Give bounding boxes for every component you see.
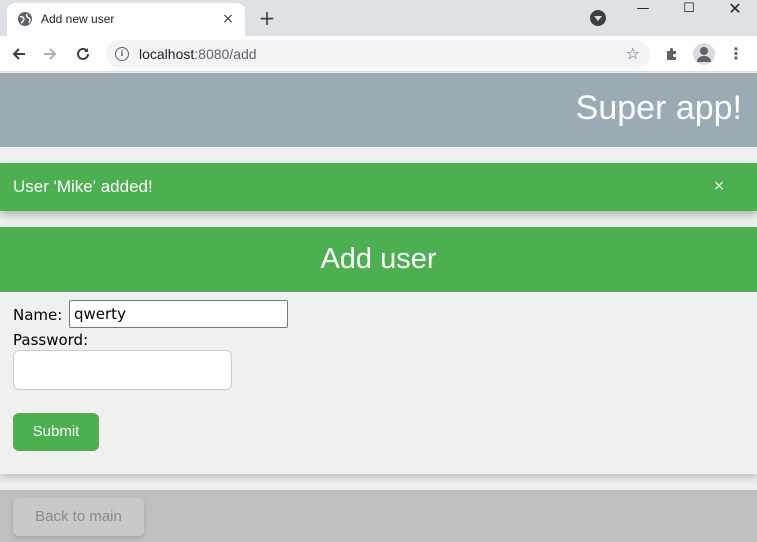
globe-icon — [18, 12, 32, 26]
card-header: Add user — [0, 227, 757, 292]
new-tab-button[interactable]: + — [255, 6, 279, 30]
name-input[interactable] — [69, 300, 288, 328]
app-header: Super app! — [0, 73, 757, 147]
maximize-button[interactable]: ☐ — [666, 0, 712, 20]
footer-bar: Back to main — [0, 490, 757, 542]
forward-arrow-icon[interactable] — [38, 42, 62, 66]
tab-close-icon[interactable]: × — [219, 10, 237, 28]
reload-icon[interactable] — [71, 42, 95, 66]
app-title: Super app! — [575, 89, 742, 127]
url-host: localhost — [139, 46, 195, 62]
name-label: Name: — [13, 306, 63, 324]
password-label: Password: — [13, 331, 89, 349]
tab-search-icon[interactable] — [590, 10, 606, 26]
profile-icon[interactable] — [693, 43, 715, 65]
kebab-menu-icon[interactable]: ⋮ — [727, 42, 745, 66]
url-text: localhost:8080/add — [139, 46, 257, 62]
alert-close-icon[interactable]: × — [711, 178, 727, 194]
info-icon[interactable]: i — [115, 47, 129, 61]
page-content: Super app! User 'Mike' added! × Add user… — [0, 73, 757, 542]
url-path: :8080/add — [194, 46, 257, 62]
tab-title: Add new user — [41, 12, 115, 26]
back-to-main-button[interactable]: Back to main — [13, 498, 144, 536]
minimize-button[interactable]: — — [620, 0, 666, 20]
bookmark-star-icon[interactable]: ☆ — [626, 44, 640, 63]
browser-toolbar: i localhost:8080/add ☆ ⋮ — [0, 36, 757, 72]
success-alert: User 'Mike' added! × — [0, 163, 757, 211]
browser-tab-strip: Add new user × + — ☐ ✕ — [0, 0, 757, 36]
add-user-card: Add user Name: Password: Submit — [0, 227, 757, 474]
back-arrow-icon[interactable] — [7, 42, 31, 66]
extensions-icon[interactable] — [662, 44, 682, 64]
alert-message: User 'Mike' added! — [13, 177, 153, 196]
form-title: Add user — [320, 243, 437, 275]
browser-tab[interactable]: Add new user × — [7, 3, 245, 36]
submit-button[interactable]: Submit — [13, 413, 99, 451]
close-window-button[interactable]: ✕ — [712, 0, 757, 20]
password-input[interactable] — [13, 350, 232, 390]
address-bar[interactable]: i localhost:8080/add ☆ — [106, 40, 650, 68]
